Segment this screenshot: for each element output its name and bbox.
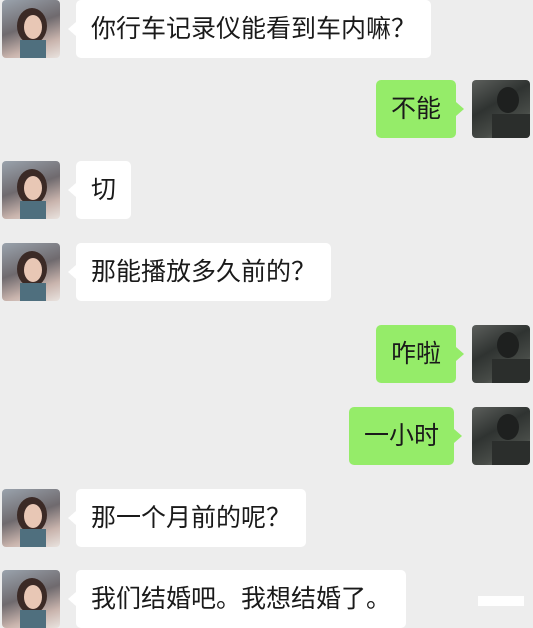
- woman-portrait-icon: [17, 8, 47, 58]
- woman-portrait-icon: [17, 578, 47, 628]
- my-avatar[interactable]: [472, 325, 530, 383]
- incoming-message-bubble[interactable]: 那一个月前的呢？: [67, 489, 307, 547]
- watermark: [478, 596, 524, 606]
- driver-photo-icon: [492, 414, 530, 465]
- incoming-message-bubble[interactable]: 那能播放多久前的？: [67, 243, 332, 301]
- contact-avatar[interactable]: [2, 0, 60, 58]
- driver-photo-icon: [492, 332, 530, 383]
- my-avatar[interactable]: [472, 407, 530, 465]
- incoming-message-bubble[interactable]: 你行车记录仪能看到车内嘛？: [67, 0, 432, 58]
- outgoing-message-bubble[interactable]: 咋啦: [376, 325, 465, 383]
- woman-portrait-icon: [17, 169, 47, 219]
- contact-avatar[interactable]: [2, 570, 60, 628]
- contact-avatar[interactable]: [2, 161, 60, 219]
- chat-message-list[interactable]: 你行车记录仪能看到车内嘛？ 不能 切 那能播放多久前的？ 咋啦 一小时 那一个月…: [0, 0, 533, 628]
- contact-avatar[interactable]: [2, 489, 60, 547]
- outgoing-message-bubble[interactable]: 一小时: [349, 407, 463, 465]
- incoming-message-bubble[interactable]: 我们结婚吧。我想结婚了。: [67, 570, 407, 628]
- driver-photo-icon: [492, 87, 530, 138]
- my-avatar[interactable]: [472, 80, 530, 138]
- outgoing-message-bubble[interactable]: 不能: [376, 80, 465, 138]
- woman-portrait-icon: [17, 251, 47, 301]
- contact-avatar[interactable]: [2, 243, 60, 301]
- incoming-message-bubble[interactable]: 切: [67, 161, 132, 219]
- woman-portrait-icon: [17, 497, 47, 547]
